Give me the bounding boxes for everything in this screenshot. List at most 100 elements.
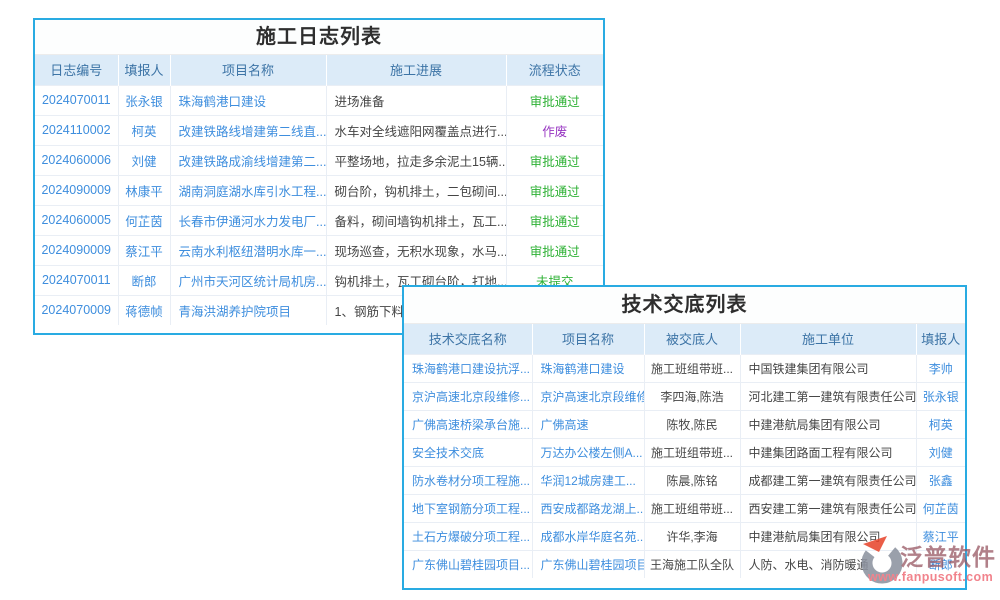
column-header: 项目名称 — [170, 55, 326, 85]
contractor-cell: 河北建工第一建筑有限责任公司 — [740, 382, 916, 410]
receiver-cell: 陈牧,陈民 — [644, 410, 740, 438]
project-name-cell[interactable]: 万达办公楼左侧A... — [532, 438, 644, 466]
contractor-cell: 成都建工第一建筑有限责任公司 — [740, 466, 916, 494]
project-name-cell[interactable]: 珠海鹤港口建设 — [532, 354, 644, 382]
reporter-cell[interactable]: 林康平 — [118, 175, 170, 205]
project-name-cell[interactable]: 广东佛山碧桂园项目 — [532, 550, 644, 578]
project-name-cell[interactable]: 京沪高速北京段维修 — [532, 382, 644, 410]
log-id-cell[interactable]: 2024090009 — [35, 175, 118, 205]
reporter-cell[interactable]: 柯英 — [118, 115, 170, 145]
disclosure-name-cell[interactable]: 京沪高速北京段维修... — [404, 382, 532, 410]
technical-disclosure-title: 技术交底列表 — [404, 287, 965, 324]
project-name-cell[interactable]: 成都水岸华庭名苑... — [532, 522, 644, 550]
watermark-brand: 泛普软件 — [900, 538, 996, 572]
receiver-cell: 施工班组带班... — [644, 494, 740, 522]
reporter-cell[interactable]: 断郎 — [118, 265, 170, 295]
column-header: 填报人 — [916, 324, 965, 354]
column-header: 日志编号 — [35, 55, 118, 85]
log-id-cell[interactable]: 2024090009 — [35, 235, 118, 265]
table-row: 珠海鹤港口建设抗浮...珠海鹤港口建设施工班组带班...中国铁建集团有限公司李帅 — [404, 354, 965, 382]
project-name-cell[interactable]: 湖南洞庭湖水库引水工程... — [170, 175, 326, 205]
project-name-cell[interactable]: 珠海鹤港口建设 — [170, 85, 326, 115]
table-row: 2024060006刘健改建铁路成渝线增建第二...平整场地，拉走多余泥土15辆… — [35, 145, 603, 175]
table-row: 2024090009蔡江平云南水利枢纽潜明水库一...现场巡查，无积水现象，水马… — [35, 235, 603, 265]
status-badge: 审批通过 — [506, 175, 603, 205]
disclosure-name-cell[interactable]: 安全技术交底 — [404, 438, 532, 466]
table-row: 2024090009林康平湖南洞庭湖水库引水工程...砌台阶，钩机排土，二包砌间… — [35, 175, 603, 205]
progress-cell: 备料，砌间墙钩机排土，瓦工... — [326, 205, 506, 235]
log-id-cell[interactable]: 2024070011 — [35, 265, 118, 295]
log-id-cell[interactable]: 2024110002 — [35, 115, 118, 145]
log-id-cell[interactable]: 2024070011 — [35, 85, 118, 115]
project-name-cell[interactable]: 改建铁路成渝线增建第二... — [170, 145, 326, 175]
project-name-cell[interactable]: 改建铁路线增建第二线直... — [170, 115, 326, 145]
receiver-cell: 许华,李海 — [644, 522, 740, 550]
log-id-cell[interactable]: 2024060005 — [35, 205, 118, 235]
disclosure-name-cell[interactable]: 防水卷材分项工程施... — [404, 466, 532, 494]
contractor-cell: 中建集团路面工程有限公司 — [740, 438, 916, 466]
receiver-cell: 李四海,陈浩 — [644, 382, 740, 410]
disclosure-name-cell[interactable]: 珠海鹤港口建设抗浮... — [404, 354, 532, 382]
contractor-cell: 西安建工第一建筑有限责任公司 — [740, 494, 916, 522]
disclosure-name-cell[interactable]: 广东佛山碧桂园项目... — [404, 550, 532, 578]
table-row: 地下室钢筋分项工程...西安成都路龙湖上...施工班组带班...西安建工第一建筑… — [404, 494, 965, 522]
reporter-cell[interactable]: 刘健 — [916, 438, 965, 466]
progress-cell: 现场巡查，无积水现象，水马... — [326, 235, 506, 265]
column-header: 技术交底名称 — [404, 324, 532, 354]
disclosure-name-cell[interactable]: 广佛高速桥梁承台施... — [404, 410, 532, 438]
reporter-cell[interactable]: 何芷茵 — [916, 494, 965, 522]
watermark-url: www.fanpusoft.com — [868, 570, 993, 584]
reporter-cell[interactable]: 柯英 — [916, 410, 965, 438]
table-row: 安全技术交底万达办公楼左侧A...施工班组带班...中建集团路面工程有限公司刘健 — [404, 438, 965, 466]
project-name-cell[interactable]: 西安成都路龙湖上... — [532, 494, 644, 522]
receiver-cell: 施工班组带班... — [644, 354, 740, 382]
disclosure-name-cell[interactable]: 土石方爆破分项工程... — [404, 522, 532, 550]
reporter-cell[interactable]: 张永银 — [118, 85, 170, 115]
table-row: 2024110002柯英改建铁路线增建第二线直...水车对全线遮阳网覆盖点进行.… — [35, 115, 603, 145]
log-id-cell[interactable]: 2024070009 — [35, 295, 118, 325]
receiver-cell: 王海施工队全队 — [644, 550, 740, 578]
reporter-cell[interactable]: 刘健 — [118, 145, 170, 175]
reporter-cell[interactable]: 何芷茵 — [118, 205, 170, 235]
reporter-cell[interactable]: 李帅 — [916, 354, 965, 382]
reporter-cell[interactable]: 张永银 — [916, 382, 965, 410]
table-row: 广佛高速桥梁承台施...广佛高速陈牧,陈民中建港航局集团有限公司柯英 — [404, 410, 965, 438]
progress-cell: 水车对全线遮阳网覆盖点进行... — [326, 115, 506, 145]
receiver-cell: 施工班组带班... — [644, 438, 740, 466]
status-badge: 审批通过 — [506, 145, 603, 175]
fanpu-watermark: 泛普软件 www.fanpusoft.com — [856, 529, 1000, 595]
column-header: 施工进展 — [326, 55, 506, 85]
project-name-cell[interactable]: 青海洪湖养护院项目 — [170, 295, 326, 325]
column-header: 施工单位 — [740, 324, 916, 354]
project-name-cell[interactable]: 广佛高速 — [532, 410, 644, 438]
disclosure-table-header-row: 技术交底名称项目名称被交底人施工单位填报人 — [404, 324, 965, 354]
contractor-cell: 中建港航局集团有限公司 — [740, 410, 916, 438]
column-header: 项目名称 — [532, 324, 644, 354]
progress-cell: 平整场地，拉走多余泥土15辆... — [326, 145, 506, 175]
reporter-cell[interactable]: 蔡江平 — [118, 235, 170, 265]
contractor-cell: 中国铁建集团有限公司 — [740, 354, 916, 382]
status-badge: 审批通过 — [506, 85, 603, 115]
log-id-cell[interactable]: 2024060006 — [35, 145, 118, 175]
reporter-cell[interactable]: 蒋德帧 — [118, 295, 170, 325]
progress-cell: 进场准备 — [326, 85, 506, 115]
disclosure-name-cell[interactable]: 地下室钢筋分项工程... — [404, 494, 532, 522]
table-row: 防水卷材分项工程施...华润12城房建工...陈晨,陈铭成都建工第一建筑有限责任… — [404, 466, 965, 494]
progress-cell: 砌台阶，钩机排土，二包砌间... — [326, 175, 506, 205]
log-table-header-row: 日志编号填报人项目名称施工进展流程状态 — [35, 55, 603, 85]
construction-log-title: 施工日志列表 — [35, 20, 603, 55]
table-row: 2024060005何芷茵长春市伊通河水力发电厂...备料，砌间墙钩机排土，瓦工… — [35, 205, 603, 235]
project-name-cell[interactable]: 广州市天河区统计局机房... — [170, 265, 326, 295]
project-name-cell[interactable]: 云南水利枢纽潜明水库一... — [170, 235, 326, 265]
column-header: 被交底人 — [644, 324, 740, 354]
reporter-cell[interactable]: 张鑫 — [916, 466, 965, 494]
status-badge: 审批通过 — [506, 205, 603, 235]
status-badge: 审批通过 — [506, 235, 603, 265]
status-badge: 作废 — [506, 115, 603, 145]
table-row: 京沪高速北京段维修...京沪高速北京段维修李四海,陈浩河北建工第一建筑有限责任公… — [404, 382, 965, 410]
column-header: 流程状态 — [506, 55, 603, 85]
table-row: 2024070011张永银珠海鹤港口建设进场准备审批通过 — [35, 85, 603, 115]
project-name-cell[interactable]: 华润12城房建工... — [532, 466, 644, 494]
project-name-cell[interactable]: 长春市伊通河水力发电厂... — [170, 205, 326, 235]
column-header: 填报人 — [118, 55, 170, 85]
